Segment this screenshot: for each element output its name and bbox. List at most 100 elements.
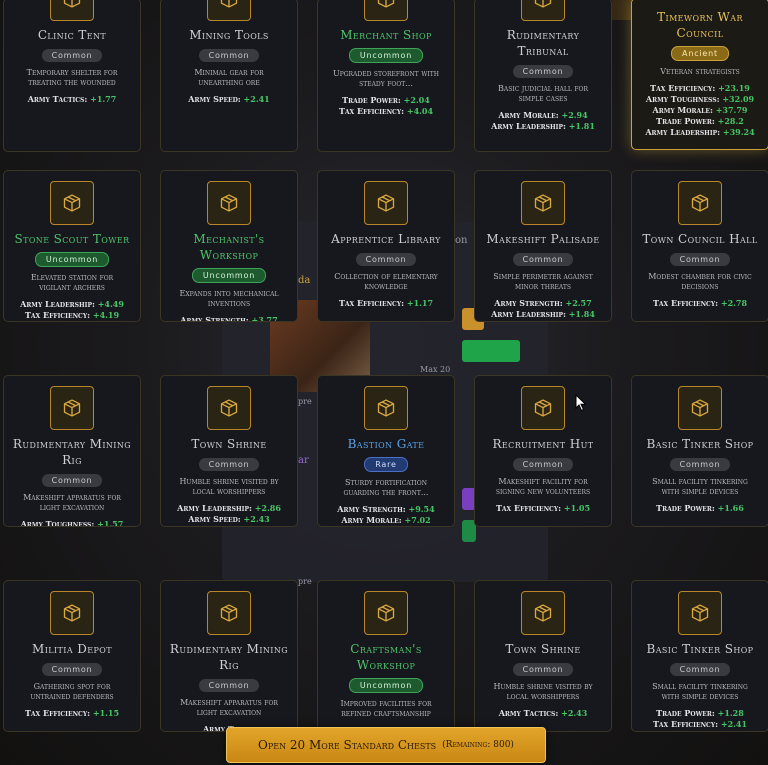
stat-value: +2.04 [403, 95, 430, 105]
chest-box-icon [521, 181, 565, 225]
card-description: Expands into mechanical inventions [179, 289, 279, 308]
card-description: Humble shrine visited by local worshippe… [493, 682, 593, 701]
stat-value: +1.77 [90, 94, 117, 104]
stat-line: Army Tactics: +1.77 [4, 94, 140, 105]
stat-line: Army Tactics: +2.43 [475, 708, 611, 719]
card-title: Rudimentary Mining Rig [12, 437, 132, 467]
rarity-badge: Common [512, 663, 574, 676]
stat-value: +1.15 [92, 708, 120, 718]
reward-card-basic-tinker-shop[interactable]: Basic Tinker Shop Common Small facility ti… [631, 580, 768, 732]
card-title: Stone Scout Tower [14, 232, 130, 246]
rarity-badge: Uncommon [348, 48, 424, 63]
stat-value: +2.94 [561, 110, 588, 120]
stat-value: +2.86 [254, 503, 281, 513]
stat-label: Tax Efficiency: [495, 503, 562, 513]
stat-value: +28.2 [717, 116, 744, 126]
card-description: Gathering spot for untrained defenders [30, 682, 114, 701]
stat-label: Army Strength: [180, 315, 249, 322]
rarity-badge: Common [41, 474, 103, 487]
chest-box-icon [50, 0, 94, 21]
rarity-badge: Common [512, 65, 574, 78]
chest-box-icon [521, 0, 565, 21]
stat-line: Army Morale: +2.94 [475, 110, 611, 121]
stat-value: +1.81 [568, 121, 595, 131]
background-fragment: on [455, 235, 468, 246]
stat-line: Trade Power: +2.04 [318, 95, 454, 106]
card-title: Clinic Tent [37, 28, 107, 42]
stat-value: +2.78 [720, 298, 748, 308]
card-title: Makeshift Palisade [486, 232, 600, 246]
reward-card-makeshift-palisade[interactable]: Makeshift Palisade Common Simple perimeter… [474, 170, 612, 322]
card-description: Veteran strategists [660, 67, 740, 76]
card-description: Elevated station for vigilant archers [30, 273, 114, 292]
reward-card-mechanist-s-workshop[interactable]: Mechanist's Workshop Uncommon Expands into… [160, 170, 298, 322]
stat-value: +2.41 [720, 719, 748, 729]
rarity-badge: Common [669, 253, 731, 266]
chest-box-icon [521, 386, 565, 430]
mouse-cursor-icon [575, 394, 587, 412]
reward-card-rudimentary-mining-rig[interactable]: Rudimentary Mining Rig Common Makeshift ap… [3, 375, 141, 527]
card-title: Recruitment Hut [492, 437, 594, 451]
card-title: Rudimentary Tribunal [506, 28, 580, 58]
rarity-badge: Common [512, 253, 574, 266]
open-button-label: Open 20 More Standard Chests [258, 738, 437, 752]
reward-card-craftsman-s-workshop[interactable]: Craftsman's Workshop Uncommon Improved fac… [317, 580, 455, 732]
reward-card-rudimentary-tribunal[interactable]: Rudimentary Tribunal Common Basic judicial… [474, 0, 612, 152]
reward-card-clinic-tent[interactable]: Clinic Tent Common Temporary shelter for t… [3, 0, 141, 152]
stat-label: Army Morale: [652, 105, 713, 115]
card-description: Humble shrine visited by local worshippe… [179, 477, 279, 496]
open-more-chests-button[interactable]: Open 20 More Standard Chests (Remaining:… [226, 727, 546, 763]
stat-line: Army Leadership: +1.81 [475, 121, 611, 132]
card-title: Basic Tinker Shop [646, 642, 754, 656]
chest-box-icon [50, 181, 94, 225]
reward-card-merchant-shop[interactable]: Merchant Shop Uncommon Upgraded storefront… [317, 0, 455, 152]
stat-value: +9.54 [408, 504, 435, 514]
card-description: Improved facilities for refined craftsma… [340, 699, 432, 718]
reward-card-recruitment-hut[interactable]: Recruitment Hut Common Makeshift facility … [474, 375, 612, 527]
background-fragment: pre [298, 577, 312, 586]
chest-box-icon [207, 591, 251, 635]
open-button-remaining: (Remaining: 800) [442, 740, 514, 750]
chest-box-icon [364, 181, 408, 225]
reward-card-town-shrine[interactable]: Town Shrine Common Humble shrine visited b… [160, 375, 298, 527]
rarity-badge: Ancient [671, 46, 729, 61]
stat-line: Army Strength: +3.77 [161, 315, 297, 322]
stat-value: +7.02 [404, 515, 431, 525]
card-title: Town Shrine [191, 437, 267, 451]
stat-label: Tax Efficiency: [24, 310, 91, 320]
stat-value: +2.43 [561, 708, 588, 718]
chest-box-icon [364, 0, 408, 21]
rarity-badge: Common [198, 49, 260, 62]
reward-card-bastion-gate[interactable]: Bastion Gate Rare Sturdy fortification gua… [317, 375, 455, 527]
stat-value: +37.79 [715, 105, 748, 115]
stat-line: Army Morale: +37.79 [632, 105, 768, 116]
card-description: Modest chamber for civic decisions [648, 272, 752, 291]
card-description: Small facility tinkering with simple dev… [652, 682, 748, 701]
reward-card-apprentice-library[interactable]: Apprentice Library Common Collection of el… [317, 170, 455, 322]
card-title: Timeworn War Council [657, 10, 743, 40]
background-max-label: Max 20 [420, 365, 451, 374]
reward-card-mining-tools[interactable]: Mining Tools Common Minimal gear for unear… [160, 0, 298, 152]
rarity-badge: Common [669, 458, 731, 471]
reward-card-militia-depot[interactable]: Militia Depot Common Gathering spot for un… [3, 580, 141, 732]
reward-card-rudimentary-mining-rig[interactable]: Rudimentary Mining Rig Common Makeshift ap… [160, 580, 298, 732]
stat-value: +32.09 [722, 94, 755, 104]
reward-card-stone-scout-tower[interactable]: Stone Scout Tower Uncommon Elevated statio… [3, 170, 141, 322]
rarity-badge: Uncommon [34, 252, 110, 267]
stat-line: Army Toughness: +1.57 [4, 519, 140, 526]
stat-line: Tax Efficiency: +2.78 [632, 298, 768, 309]
stat-label: Army Leadership: [334, 526, 409, 527]
reward-card-town-shrine[interactable]: Town Shrine Common Humble shrine visited b… [474, 580, 612, 732]
stat-value: +39.24 [722, 127, 755, 137]
chest-box-icon [678, 181, 722, 225]
reward-card-basic-tinker-shop[interactable]: Basic Tinker Shop Common Small facility ti… [631, 375, 768, 527]
rarity-badge: Rare [364, 457, 408, 472]
stat-label: Tax Efficiency: [652, 719, 719, 729]
rarity-badge: Common [669, 663, 731, 676]
background-fragment: da [298, 275, 311, 286]
stat-line: Army Leadership: +2.86 [161, 503, 297, 514]
stat-line: Trade Power: +1.28 [632, 708, 768, 719]
reward-card-town-council-hall[interactable]: Town Council Hall Common Modest chamber fo… [631, 170, 768, 322]
rarity-badge: Common [41, 663, 103, 676]
reward-card-timeworn-war-council[interactable]: Timeworn War Council Ancient Veteran strat… [631, 0, 768, 150]
